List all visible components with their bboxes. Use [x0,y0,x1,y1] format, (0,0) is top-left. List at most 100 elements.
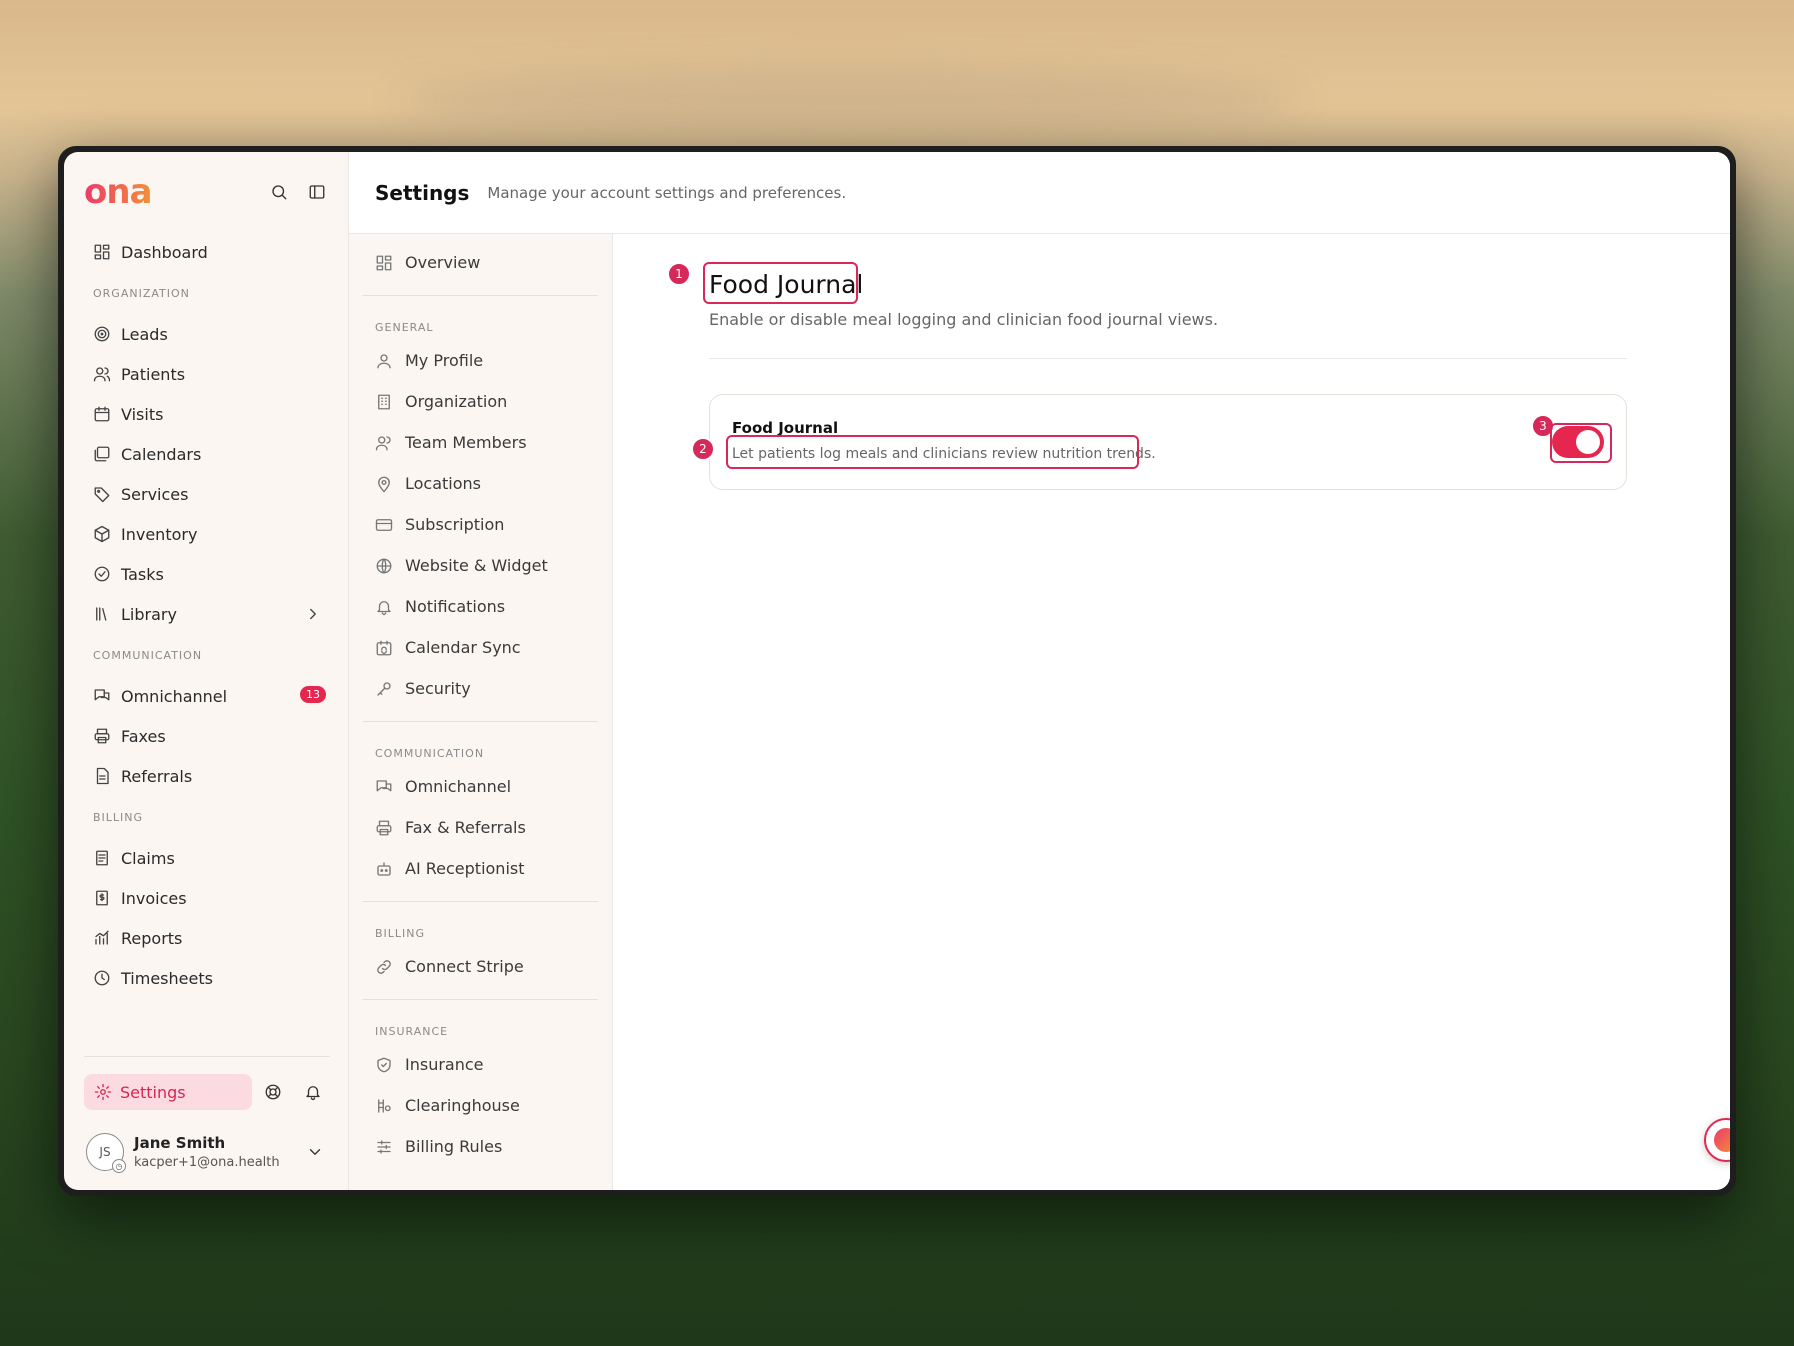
sidebar-item-label: Claims [121,848,175,868]
settings-subnav: Overview GENERAL My Profile Organization… [349,234,613,1190]
sidebar-item-tasks[interactable]: Tasks [84,554,328,594]
subnav-item-security[interactable]: Security [363,668,598,709]
sidebar-item-label: Services [121,484,189,504]
sidebar-item-calendars[interactable]: Calendars [84,434,328,474]
library-icon [93,605,111,623]
sidebar-section-organization: ORGANIZATION [93,286,190,300]
sidebar-item-faxes[interactable]: Faxes [84,716,328,756]
sidebar-item-inventory[interactable]: Inventory [84,514,328,554]
subnav-item-fax-referrals[interactable]: Fax & Referrals [363,807,598,848]
sidebar-item-omnichannel[interactable]: Omnichannel 13 [84,676,328,716]
printer-icon [375,819,393,837]
subnav-item-label: Organization [405,392,508,411]
subnav-item-locations[interactable]: Locations [363,463,598,504]
subnav-item-label: Insurance [405,1055,484,1074]
subnav-item-insurance[interactable]: Insurance [363,1044,598,1085]
user-icon [375,352,393,370]
document-icon [93,767,111,785]
subnav-item-label: Billing Rules [405,1137,503,1156]
subnav-section-insurance: INSURANCE [375,1025,449,1038]
subnav-item-clearinghouse[interactable]: Clearinghouse [363,1085,598,1126]
sidebar-item-services[interactable]: Services [84,474,328,514]
sidebar-item-label: Faxes [121,726,166,746]
highlight-toggle [1550,423,1612,463]
sliders-icon [375,1138,393,1156]
subnav-item-label: Calendar Sync [405,638,521,657]
page-subtitle: Manage your account settings and prefere… [487,183,847,202]
settings-button[interactable]: Settings [84,1074,252,1110]
subnav-item-label: AI Receptionist [405,859,525,878]
sidebar-item-library[interactable]: Library [84,594,328,634]
dashboard-icon [93,243,111,261]
sidebar-item-visits[interactable]: Visits [84,394,328,434]
sidebar-item-invoices[interactable]: Invoices [84,878,328,918]
settings-label: Settings [120,1082,186,1102]
logo[interactable]: ona [84,172,153,212]
sidebar-item-reports[interactable]: Reports [84,918,328,958]
clock-icon [93,969,111,987]
subnav-item-omnichannel[interactable]: Omnichannel [363,766,598,807]
sidebar-item-label: Leads [121,324,168,344]
subnav-item-my-profile[interactable]: My Profile [363,340,598,381]
sidebar: ona Dashboard ORGANIZATION Leads Patient… [64,152,348,1190]
highlight-card-description [726,435,1139,469]
target-icon [93,325,111,343]
help-lifebuoy-icon[interactable] [264,1083,282,1101]
subnav-item-calendar-sync[interactable]: Calendar Sync [363,627,598,668]
map-pin-icon [375,475,393,493]
main-panel: Settings Manage your account settings an… [348,152,1730,1190]
sidebar-toggle-icon[interactable] [308,183,326,201]
search-icon[interactable] [270,183,288,201]
sidebar-item-timesheets[interactable]: Timesheets [84,958,328,998]
subnav-item-notifications[interactable]: Notifications [363,586,598,627]
chat-icon [93,687,111,705]
sidebar-item-patients[interactable]: Patients [84,354,328,394]
subnav-item-ai-receptionist[interactable]: AI Receptionist [363,848,598,889]
annotation-marker-1: 1 [667,262,691,286]
subnav-item-connect-stripe[interactable]: Connect Stripe [363,946,598,987]
calendar-sync-icon [375,639,393,657]
sidebar-item-label: Reports [121,928,183,948]
subnav-item-label: Security [405,679,471,698]
sidebar-item-label: Omnichannel [121,686,228,706]
subnav-item-label: Locations [405,474,482,493]
bell-icon [375,598,393,616]
subnav-item-label: Omnichannel [405,777,512,796]
subnav-item-website-widget[interactable]: Website & Widget [363,545,598,586]
user-menu[interactable]: JS ◷ Jane Smith kacper+1@ona.health [86,1124,330,1180]
subnav-item-overview[interactable]: Overview [363,242,598,283]
subnav-section-communication: COMMUNICATION [375,747,485,760]
sidebar-item-dashboard[interactable]: Dashboard [84,232,328,272]
grid-icon [375,254,393,272]
subnav-section-billing: BILLING [375,927,426,940]
avatar-initials: JS [99,1145,111,1159]
sidebar-section-billing: BILLING [93,810,144,824]
globe-icon [375,557,393,575]
sidebar-item-claims[interactable]: Claims [84,838,328,878]
chevron-right-icon[interactable] [304,605,322,623]
sidebar-item-label: Tasks [121,564,164,584]
subnav-item-organization[interactable]: Organization [363,381,598,422]
subnav-item-billing-rules[interactable]: Billing Rules [363,1126,598,1167]
user-info: Jane Smith kacper+1@ona.health [134,1134,280,1170]
calendars-icon [93,445,111,463]
sidebar-item-leads[interactable]: Leads [84,314,328,354]
status-clock-icon: ◷ [112,1159,126,1173]
subnav-item-team-members[interactable]: Team Members [363,422,598,463]
chat-icon [375,778,393,796]
chevron-down-icon[interactable] [306,1143,324,1161]
sidebar-divider [84,1056,330,1057]
check-circle-icon [93,565,111,583]
sidebar-item-referrals[interactable]: Referrals [84,756,328,796]
support-chat-button[interactable] [1704,1118,1730,1162]
gear-icon [94,1083,112,1101]
sidebar-item-label: Library [121,604,177,624]
food-journal-title: Food Journal [709,270,864,299]
sidebar-item-label: Patients [121,364,186,384]
bell-icon[interactable] [304,1083,322,1101]
box-icon [93,525,111,543]
sidebar-bottom-row: Settings [84,1074,330,1110]
subnav-item-subscription[interactable]: Subscription [363,504,598,545]
subnav-divider [363,721,598,722]
content-divider [709,358,1627,359]
